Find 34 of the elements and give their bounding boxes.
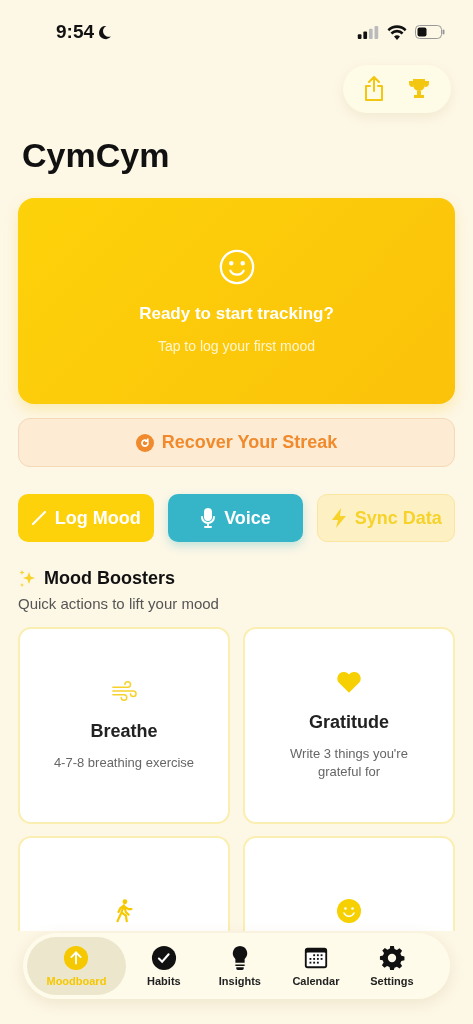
battery-icon <box>415 25 445 39</box>
calendar-icon <box>302 945 329 971</box>
tab[interactable]: Calendar <box>277 937 354 995</box>
booster-card[interactable] <box>243 836 455 931</box>
microphone-icon <box>200 508 217 528</box>
booster-card[interactable]: Breathe 4-7-8 breathing exercise <box>18 627 230 824</box>
card-title: Breathe <box>90 721 158 742</box>
refresh-icon <box>135 433 154 452</box>
hero-subtitle: Tap to log your first mood <box>157 338 316 354</box>
settings-icon <box>378 945 405 971</box>
status-time: 9:54 <box>56 21 95 43</box>
booster-card[interactable] <box>18 836 230 931</box>
signal-icon <box>357 25 379 39</box>
app-title: CymCym <box>22 135 171 176</box>
booster-card[interactable]: Gratitude Write 3 things you're grateful for <box>243 627 455 824</box>
hero-title: Ready to start tracking? <box>139 304 334 324</box>
tab[interactable]: Settings <box>353 937 430 995</box>
moon-icon <box>97 24 113 40</box>
tab[interactable]: Habits <box>125 937 202 995</box>
pencil-icon <box>30 510 47 526</box>
card-description: Write 3 things you're grateful for <box>289 745 409 781</box>
wind-icon <box>111 679 137 703</box>
checkmark-icon <box>150 945 177 971</box>
arrow-up-icon <box>63 945 90 971</box>
tab[interactable]: Insights <box>201 937 278 995</box>
card-title: Gratitude <box>309 712 389 733</box>
section-title: Mood Boosters <box>44 568 175 589</box>
wifi-icon <box>387 24 407 40</box>
section-subtitle: Quick actions to lift your mood <box>18 595 220 612</box>
smiley-icon <box>336 899 362 923</box>
smiley-icon <box>217 248 256 286</box>
card-description: 4-7-8 breathing exercise <box>53 754 195 772</box>
lightning-icon <box>330 508 347 528</box>
heart-icon <box>336 670 362 694</box>
